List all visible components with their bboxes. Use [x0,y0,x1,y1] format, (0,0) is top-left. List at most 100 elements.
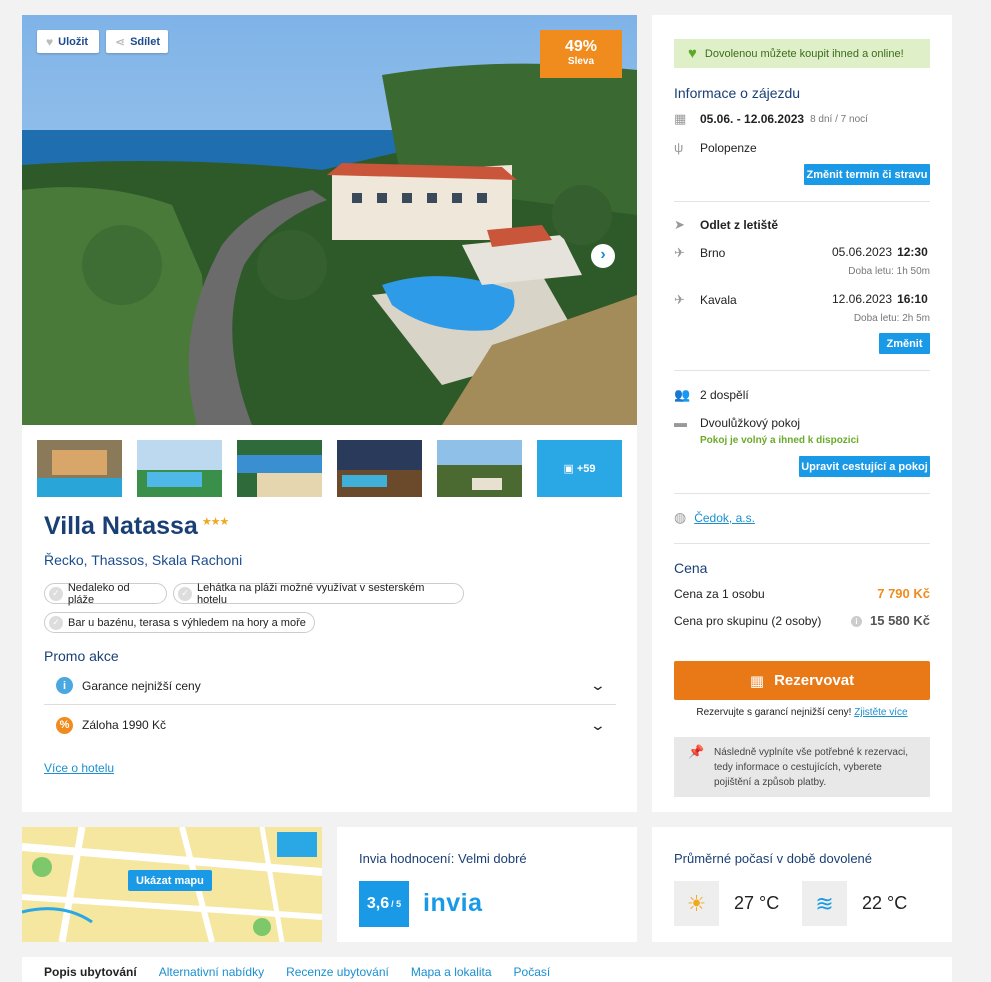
banner-text: Dovolenou můžete koupit ihned a online! [704,47,904,60]
tag-row-1: ✓ Nedaleko od pláže ✓ Lehátka na pláži mož… [44,581,464,606]
guarantee-link[interactable]: Zjistěte více [854,707,907,718]
water-temp: 22 °C [862,893,908,913]
more-about-hotel-link[interactable]: Více o hotelu [44,761,114,775]
travelers-text: 2 dospělí [700,388,749,402]
hotel-location: Řecko, Thassos, Skala Rachoni [44,552,243,568]
tag-label: Lehátka na pláži možné využívat v sester… [196,581,425,606]
tag-beach: ✓ Nedaleko od pláže [44,581,168,606]
travelers: 👥 2 dospělí [674,387,930,403]
room-type: ▬ Dvoulůžkový pokoj [674,415,930,430]
guarantee-label: Rezervujte s garancí nejnižší ceny! [696,707,852,718]
tab-alternatives[interactable]: Alternativní nabídky [159,965,264,982]
departure-label: Odlet z letiště [700,218,779,232]
check-icon: ✓ [49,615,63,630]
heart-icon: ♥ [688,45,697,62]
thumbnail-1[interactable] [37,440,122,497]
trip-info-card: ♥ Dovolenou můžete koupit ihned a online… [652,15,952,812]
invia-logo: invia [423,889,483,917]
guarantee-text: Rezervujte s garancí nejnižší ceny! Zjis… [674,707,930,718]
promo-item-deposit[interactable]: % Záloha 1990 Kč ⌄ [44,706,616,744]
price-per-person: Cena za 1 osobu 7 790 Kč [674,586,930,601]
hotel-name-text: Villa Natassa [44,512,198,540]
change-flight-button[interactable]: Změnit [879,333,930,354]
thumbnail-3[interactable] [237,440,322,497]
save-button[interactable]: ♥ Uložit [37,30,99,53]
users-icon: 👥 [674,387,691,402]
tab-weather[interactable]: Počasí [514,965,551,982]
share-icon: ⋖ [115,34,126,49]
rating-badge: 3,6/ 5 [359,881,409,927]
chevron-down-icon: ⌄ [589,677,607,693]
more-photos-button[interactable]: ▣ +59 [537,440,622,497]
trip-board: ψ Polopenze [674,140,930,155]
tab-reviews[interactable]: Recenze ubytování [286,965,389,982]
price-group: Cena pro skupinu (2 osoby) i 15 580 Kč [674,613,930,628]
divider [674,543,930,544]
inbound-date: 12.06.2023 [832,292,893,306]
chevron-down-icon: ⌄ [589,716,607,733]
price-per-person-value: 7 790 Kč [877,586,930,601]
reserve-button[interactable]: ▦ Rezervovat [674,661,930,700]
tag-label: Bar u bazénu, terasa s výhledem na hory … [68,616,306,629]
info-icon: i [56,677,73,694]
room-availability: Pokoj je volný a ihned k dispozici [700,435,859,446]
inbound-datetime: 12.06.2023 16:10 [832,292,928,306]
discount-badge: 49% Sleva [540,30,622,78]
bed-icon: ▬ [674,415,687,430]
plane-takeoff-icon: ✈ [674,245,685,260]
hero-photo[interactable]: ♥ Uložit ⋖ Sdílet 49% Sleva › [22,15,637,425]
promo-label: Garance nejnižší ceny [82,678,201,693]
next-photo-arrow-icon[interactable]: › [591,244,615,268]
outbound-date: 05.06.2023 [832,245,893,259]
globe-icon: ◍ [674,509,687,525]
online-purchase-banner: ♥ Dovolenou můžete koupit ihned a online… [674,39,930,68]
tag-bar: ✓ Bar u bazénu, terasa s výhledem na hory… [44,612,315,633]
tab-map[interactable]: Mapa a lokalita [411,965,492,982]
trip-info-title: Informace o zájezdu [674,85,801,101]
thumbnail-2[interactable] [137,440,222,497]
tag-label: Nedaleko od pláže [67,581,130,606]
pin-icon: 📌 [688,744,705,759]
price-title: Cena [674,560,708,576]
price-group-value-wrap: i 15 580 Kč [851,613,930,628]
room-text: Dvoulůžkový pokoj [700,415,801,430]
rating-title: Invia hodnocení: Velmi dobré [359,851,527,866]
weather-card: Průměrné počasí v době dovolené ☀ 27 °C … [652,827,952,942]
trip-dates: ▦ 05.06. - 12.06.2023 8 dní / 7 nocí [674,111,930,127]
share-button[interactable]: ⋖ Sdílet [106,30,168,53]
agency-link[interactable]: Čedok, a.s. [694,511,755,525]
check-icon: ✓ [178,586,192,601]
thumbnail-5[interactable] [437,440,522,497]
outbound-time: 12:30 [897,245,928,259]
show-map-button[interactable]: Ukázat mapu [128,870,212,891]
rating-scale: / 5 [391,899,402,909]
promo-label: Záloha 1990 Kč [82,718,167,732]
hotel-name: Villa Natassa ★★★ [44,512,230,541]
tab-description[interactable]: Popis ubytování [44,965,137,982]
outbound-city: Brno [700,246,726,260]
edit-travelers-button[interactable]: Upravit cestující a pokoj [799,456,930,477]
tag-row-2: ✓ Bar u bazénu, terasa s výhledem na hory… [44,612,464,633]
discount-label: Sleva [567,56,595,67]
change-date-button[interactable]: Změnit termín či stravu [804,164,930,185]
thumbnail-4[interactable] [337,440,422,497]
inbound-duration: Doba letu: 2h 5m [853,313,930,324]
hotel-card: ♥ Uložit ⋖ Sdílet 49% Sleva › ▣ +59 Vill… [22,15,637,812]
divider [674,370,930,371]
calendar-icon: ▦ [674,111,687,126]
inbound-time: 16:10 [897,292,928,306]
info-icon[interactable]: i [851,616,862,627]
price-group-value: 15 580 Kč [870,613,930,628]
divider [674,493,930,494]
percent-icon: % [56,716,73,734]
save-label: Uložit [58,35,89,48]
plane-landing-icon: ✈ [674,292,685,307]
promo-title: Promo akce [44,648,119,664]
tag-loungers: ✓ Lehátka na pláži možné využívat v seste… [173,581,464,606]
map-preview[interactable]: Ukázat mapu [22,827,322,942]
promo-item-guarantee[interactable]: i Garance nejnižší ceny ⌄ [44,667,616,705]
weather-title: Průměrné počasí v době dovolené [674,851,873,866]
check-icon: ✓ [49,586,63,601]
hotel-stars: ★★★ [201,515,230,528]
photo-thumbnails: ▣ +59 [37,440,622,497]
